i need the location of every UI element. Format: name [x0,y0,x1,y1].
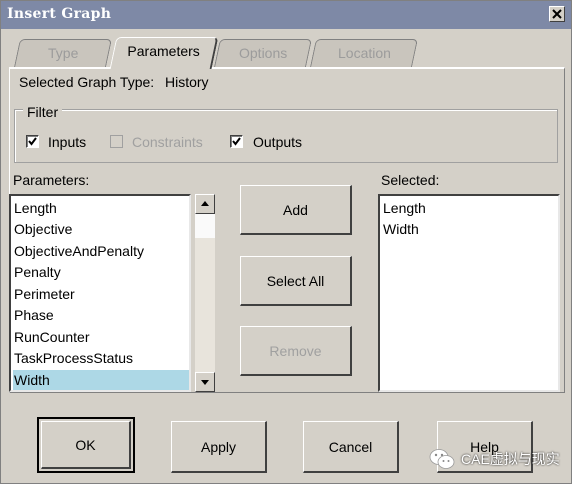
list-item[interactable]: Length [382,198,558,218]
list-item[interactable]: Length [13,198,189,218]
list-item[interactable]: Objective [13,219,189,239]
watermark-text: CAE虚拟与现实 [461,451,560,467]
close-button[interactable] [549,6,565,22]
graph-type-label: Selected Graph Type: [19,74,155,90]
remove-button: Remove [240,326,352,376]
graph-type-value: History [165,74,209,90]
arrow-up-icon [201,201,209,206]
selected-label: Selected: [381,172,440,188]
checkmark-icon [232,137,241,146]
apply-button[interactable]: Apply [171,421,267,473]
scroll-down-button[interactable] [195,372,215,392]
window-title: Insert Graph [7,6,112,22]
list-item[interactable]: RunCounter [13,327,189,347]
list-item[interactable]: Penalty [13,262,189,282]
inputs-checkbox[interactable] [26,135,39,148]
ok-button[interactable]: OK [41,421,131,469]
title-bar[interactable]: Insert Graph [1,1,571,29]
list-item[interactable]: ObjectiveAndPenalty [13,241,189,261]
arrow-down-icon [201,380,209,385]
insert-graph-dialog: Insert Graph Type Parameters Options Loc… [0,0,572,484]
parameters-list[interactable]: Length Objective ObjectiveAndPenalty Pen… [9,194,191,392]
inputs-label: Inputs [48,134,87,150]
tab-location[interactable]: Location [310,39,418,67]
outputs-label: Outputs [253,134,303,150]
tab-parameters[interactable]: Parameters [109,37,219,69]
list-item[interactable]: Perimeter [13,284,189,304]
list-item[interactable]: Phase [13,305,189,325]
select-all-button[interactable]: Select All [240,256,352,306]
outputs-checkbox[interactable] [230,135,243,148]
scroll-thumb[interactable] [195,214,215,238]
watermark: CAE虚拟与现实 [429,445,560,473]
wechat-icon [429,449,455,469]
tab-options[interactable]: Options [214,39,312,67]
parameters-scrollbar[interactable] [195,194,215,392]
close-icon [552,9,562,19]
add-button[interactable]: Add [240,185,352,235]
scroll-up-button[interactable] [195,194,215,214]
list-item[interactable]: TaskProcessStatus [13,348,189,368]
tab-type[interactable]: Type [14,39,112,67]
list-item[interactable]: Width [382,219,558,239]
constraints-label: Constraints [132,134,203,150]
parameters-label: Parameters: [13,172,90,188]
list-item-selected[interactable]: Width [13,370,189,390]
constraints-checkbox [110,135,123,148]
cancel-button[interactable]: Cancel [303,421,399,473]
selected-list[interactable]: Length Width [378,194,560,392]
checkmark-icon [28,137,37,146]
filter-legend: Filter [23,104,63,120]
